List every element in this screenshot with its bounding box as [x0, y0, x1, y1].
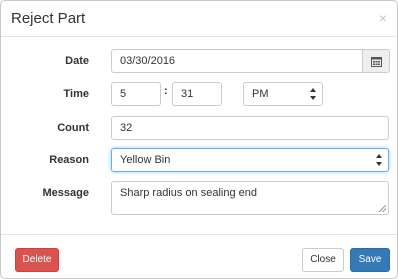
resize-grip-icon[interactable] — [379, 205, 386, 212]
select-arrows-icon — [310, 87, 316, 101]
minute-input[interactable]: 31 — [172, 82, 222, 106]
date-label: Date — [65, 55, 89, 67]
reject-part-dialog: Reject Part × Date 03/30/2016 Time 5 : 3… — [0, 0, 398, 279]
message-textarea[interactable]: Sharp radius on sealing end — [111, 181, 389, 215]
reason-value: Yellow Bin — [120, 154, 171, 166]
dialog-footer: Delete Close Save — [1, 234, 397, 278]
save-button[interactable]: Save — [350, 248, 390, 272]
dialog-header: Reject Part × — [1, 1, 397, 37]
select-arrows-icon — [376, 153, 382, 167]
ampm-value: PM — [252, 88, 269, 100]
hour-input[interactable]: 5 — [111, 82, 161, 106]
time-separator: : — [164, 85, 168, 97]
ampm-select[interactable]: PM — [243, 82, 323, 106]
date-input[interactable]: 03/30/2016 — [111, 49, 363, 73]
message-label: Message — [42, 187, 89, 199]
reason-select[interactable]: Yellow Bin — [111, 148, 389, 172]
time-label: Time — [63, 88, 89, 100]
dialog-title: Reject Part — [11, 10, 86, 27]
count-input[interactable]: 32 — [111, 116, 389, 140]
message-value: Sharp radius on sealing end — [120, 187, 257, 199]
calendar-icon — [370, 56, 382, 67]
date-picker-button[interactable] — [362, 49, 390, 73]
delete-button[interactable]: Delete — [15, 248, 59, 272]
reason-label: Reason — [49, 154, 89, 166]
close-icon[interactable]: × — [379, 10, 387, 26]
count-label: Count — [57, 122, 89, 134]
close-button[interactable]: Close — [302, 248, 344, 272]
